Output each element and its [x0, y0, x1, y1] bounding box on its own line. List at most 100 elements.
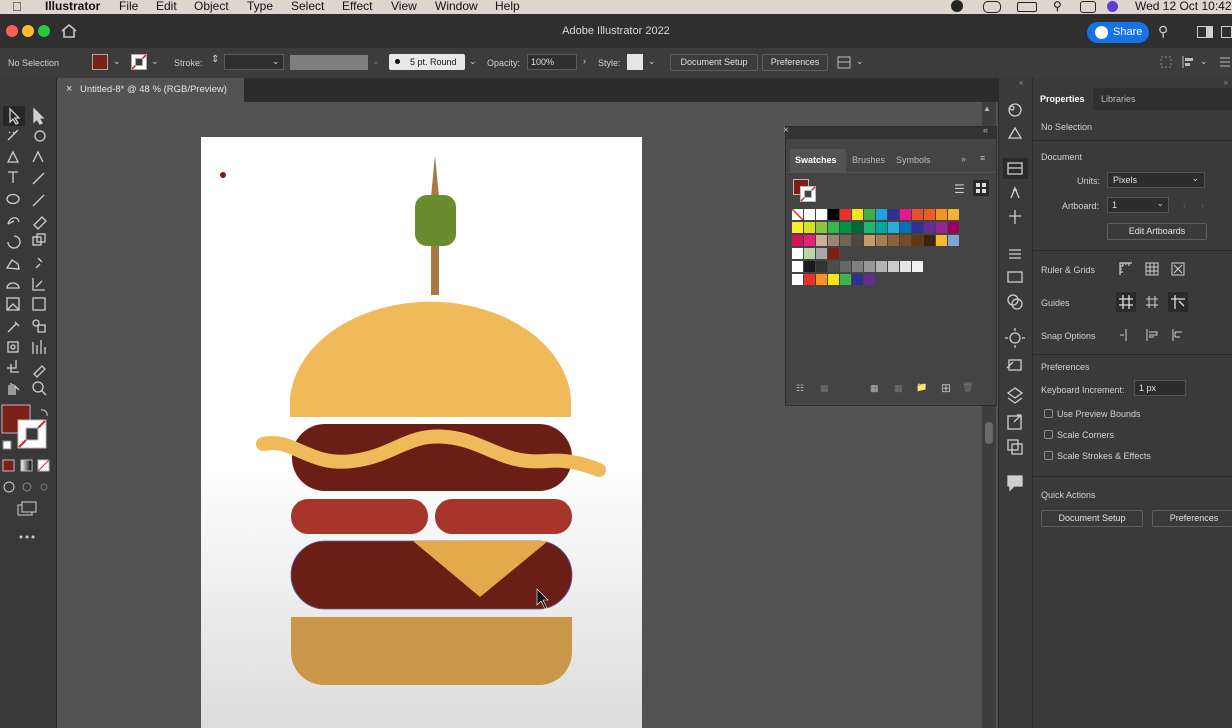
- tomato-left[interactable]: [291, 499, 428, 534]
- color-swatch[interactable]: [840, 274, 851, 285]
- color-swatch[interactable]: [828, 222, 839, 233]
- color-swatch[interactable]: [828, 209, 839, 220]
- color-swatch[interactable]: [864, 209, 875, 220]
- color-icon[interactable]: [1007, 126, 1024, 143]
- color-swatch[interactable]: [804, 235, 815, 246]
- graph-tool-icon[interactable]: [31, 338, 47, 354]
- collapse-panel-icon[interactable]: «: [983, 125, 988, 135]
- color-swatch[interactable]: [816, 274, 827, 285]
- panel-menu-icon[interactable]: [1220, 57, 1230, 67]
- color-swatch[interactable]: [828, 261, 839, 272]
- apple-icon[interactable]: : [12, 0, 22, 14]
- shape-builder-tool-icon[interactable]: [5, 275, 21, 291]
- color-swatch[interactable]: [804, 248, 815, 259]
- color-swatch[interactable]: [948, 222, 959, 233]
- chevron-down-icon[interactable]: ⌄: [151, 56, 159, 67]
- color-swatch[interactable]: [792, 248, 803, 259]
- menu-file[interactable]: File: [119, 0, 138, 13]
- snap-to-point-icon[interactable]: [1119, 328, 1133, 342]
- cloud-icon[interactable]: [983, 1, 1001, 13]
- color-swatch[interactable]: [852, 222, 863, 233]
- color-swatch[interactable]: [924, 235, 935, 246]
- color-swatch[interactable]: [948, 235, 959, 246]
- draw-inside-icon[interactable]: [36, 479, 52, 495]
- color-swatch[interactable]: [840, 235, 851, 246]
- color-swatch[interactable]: [792, 222, 803, 233]
- chevron-down-icon[interactable]: ⌄: [856, 56, 864, 67]
- blend-tool-icon[interactable]: [31, 317, 47, 333]
- opacity-input[interactable]: 100%: [527, 54, 577, 70]
- slice-tool-icon[interactable]: [31, 359, 47, 375]
- lock-guides-icon[interactable]: [1145, 295, 1159, 309]
- eraser-tool-icon[interactable]: [31, 212, 47, 228]
- arrange-panels-icon[interactable]: [1197, 26, 1213, 38]
- color-swatch[interactable]: [852, 274, 863, 285]
- gradient-panel-icon[interactable]: [1007, 268, 1024, 285]
- color-swatch[interactable]: [948, 209, 959, 220]
- new-color-group-icon[interactable]: 📁: [916, 382, 927, 393]
- color-swatch[interactable]: [876, 235, 887, 246]
- list-view-icon[interactable]: ☰: [954, 182, 965, 196]
- lasso-tool-icon[interactable]: [31, 128, 47, 144]
- direct-selection-tool-icon[interactable]: [31, 108, 47, 124]
- color-swatch[interactable]: [936, 222, 947, 233]
- tab-symbols[interactable]: Symbols: [896, 155, 931, 165]
- color-swatch[interactable]: [816, 261, 827, 272]
- mesh-tool-icon[interactable]: [5, 296, 21, 312]
- color-swatch[interactable]: [864, 235, 875, 246]
- chevron-down-icon[interactable]: ⌄: [113, 56, 121, 67]
- brush-definition[interactable]: 5 pt. Round: [389, 54, 465, 70]
- color-swatch[interactable]: [804, 274, 815, 285]
- add-to-library-icon[interactable]: ▦: [820, 383, 829, 394]
- arrange-documents-icon[interactable]: [837, 56, 851, 69]
- color-swatch[interactable]: [816, 235, 827, 246]
- gradient-mode-icon[interactable]: [19, 458, 35, 474]
- color-guide-icon[interactable]: [1007, 102, 1024, 119]
- brushes-icon[interactable]: [1007, 186, 1024, 203]
- paintbrush-tool-icon[interactable]: [31, 191, 47, 207]
- snap-to-glyph-icon[interactable]: [1171, 328, 1185, 342]
- current-stroke-swatch[interactable]: [800, 186, 816, 202]
- control-center-icon[interactable]: [1080, 1, 1096, 13]
- transform-icon[interactable]: [1160, 56, 1172, 68]
- color-swatch[interactable]: [816, 248, 827, 259]
- color-swatch[interactable]: [864, 261, 875, 272]
- color-mode-icon[interactable]: [2, 458, 18, 474]
- graphic-styles-icon[interactable]: [1007, 356, 1024, 373]
- show-swatch-kinds-icon[interactable]: ▦: [870, 383, 879, 394]
- keyboard-increment-input[interactable]: 1 px: [1134, 380, 1186, 396]
- color-swatch[interactable]: [888, 261, 899, 272]
- siri-icon[interactable]: [1107, 1, 1118, 12]
- color-swatch[interactable]: [792, 235, 803, 246]
- color-swatch[interactable]: [804, 209, 815, 220]
- color-swatch[interactable]: [828, 274, 839, 285]
- line-tool-icon[interactable]: [31, 170, 47, 186]
- default-fill-stroke-icon[interactable]: [2, 440, 12, 450]
- artboards-icon[interactable]: [1007, 438, 1024, 455]
- edit-toolbar-icon[interactable]: [18, 529, 34, 545]
- chevron-down-icon[interactable]: ⌄: [372, 56, 380, 67]
- pen-tool-icon[interactable]: [5, 149, 21, 165]
- symbols-icon[interactable]: [1007, 208, 1024, 225]
- curvature-tool-icon[interactable]: [31, 149, 47, 165]
- perspective-grid-tool-icon[interactable]: [31, 275, 47, 291]
- menu-view[interactable]: View: [391, 0, 417, 13]
- snap-to-grid-icon[interactable]: [1145, 328, 1159, 342]
- layers-icon[interactable]: [1007, 386, 1024, 403]
- top-bun[interactable]: [290, 301, 571, 417]
- color-swatch[interactable]: [876, 222, 887, 233]
- warp-tool-icon[interactable]: [5, 254, 21, 270]
- scale-corners-checkbox[interactable]: [1044, 430, 1053, 439]
- eyedropper-tool-icon[interactable]: [5, 317, 21, 333]
- close-panel-icon[interactable]: ×: [783, 125, 789, 136]
- bottom-bun[interactable]: [291, 617, 572, 685]
- color-swatch[interactable]: [900, 235, 911, 246]
- color-swatch[interactable]: [900, 209, 911, 220]
- magic-wand-tool-icon[interactable]: [5, 128, 21, 144]
- grid-icon[interactable]: [1145, 262, 1159, 276]
- gradient-tool-icon[interactable]: [31, 296, 47, 312]
- color-swatch[interactable]: [888, 222, 899, 233]
- type-tool-icon[interactable]: [5, 170, 21, 186]
- fill-color-swatch[interactable]: [92, 54, 108, 70]
- chevron-down-icon[interactable]: ⌄: [469, 56, 477, 67]
